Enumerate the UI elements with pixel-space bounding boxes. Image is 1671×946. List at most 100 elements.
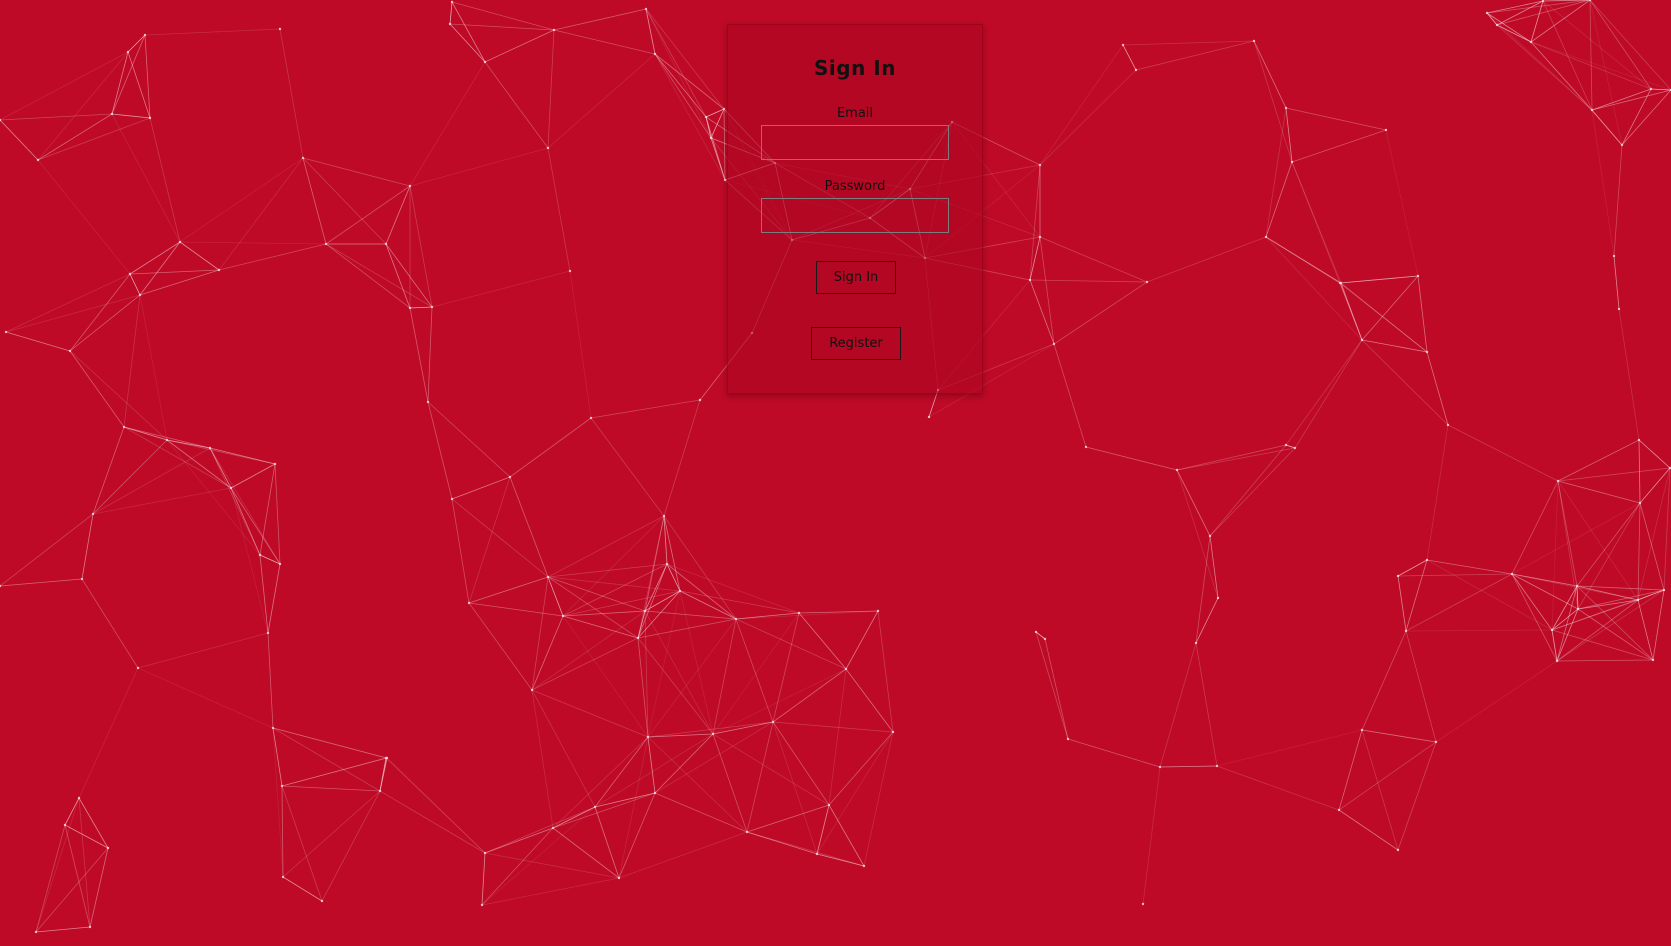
network-line [1551, 589, 1665, 631]
network-line [1417, 275, 1428, 353]
network-node [450, 497, 454, 501]
network-line [427, 401, 511, 478]
network-line [35, 847, 109, 933]
network-line [35, 797, 80, 933]
network-node [1284, 106, 1288, 110]
network-line [0, 578, 83, 587]
network-line [281, 785, 381, 792]
signin-button[interactable]: Sign In [816, 261, 896, 294]
register-button[interactable]: Register [811, 327, 901, 360]
network-line [111, 113, 151, 119]
network-line [92, 447, 211, 515]
network-node [1617, 307, 1621, 311]
network-line [1361, 729, 1437, 743]
network-node [1529, 40, 1533, 44]
email-field[interactable] [761, 125, 949, 160]
network-node [143, 33, 147, 37]
network-line [1405, 630, 1437, 743]
network-line [553, 8, 647, 31]
network-line [1122, 44, 1137, 71]
network-line [35, 824, 66, 933]
network-node [1510, 572, 1514, 576]
network-line [1135, 40, 1255, 71]
network-node [561, 614, 565, 618]
network-line [144, 28, 281, 36]
network-line [1361, 275, 1419, 341]
network-line [594, 806, 620, 879]
network-line [547, 53, 656, 149]
network-node [617, 876, 621, 880]
network-line [139, 269, 220, 296]
network-line [1216, 729, 1363, 767]
network-line [379, 757, 387, 792]
network-line [1291, 161, 1342, 284]
network-line [712, 618, 737, 735]
network-line [1556, 659, 1654, 662]
password-field[interactable] [761, 198, 949, 233]
network-line [1426, 424, 1449, 561]
network-line [590, 417, 665, 517]
network-line [816, 731, 894, 855]
network-line [449, 1, 453, 25]
network-line [484, 806, 596, 854]
network-node [320, 899, 324, 903]
network-line [863, 731, 894, 867]
network-line [735, 610, 879, 620]
network-node [138, 293, 142, 297]
network-line [302, 157, 327, 245]
network-node [1252, 39, 1256, 43]
network-node [1662, 588, 1666, 592]
network-node [698, 398, 702, 402]
network-line [272, 727, 381, 792]
network-node [324, 242, 328, 246]
network-line [1405, 573, 1513, 632]
network-line [1067, 738, 1161, 768]
network-node [1612, 254, 1616, 258]
network-node [126, 50, 130, 54]
page-title: Sign In [814, 56, 896, 80]
network-line [37, 159, 131, 275]
network-node [593, 805, 597, 809]
network-line [1638, 439, 1671, 469]
network-line [64, 824, 91, 928]
network-line [209, 447, 276, 465]
network-line [279, 28, 304, 159]
network-line [828, 668, 847, 806]
network-line [654, 53, 725, 110]
network-node [891, 730, 895, 734]
network-line [481, 852, 486, 906]
network-node [1066, 737, 1070, 741]
network-node [217, 268, 221, 272]
network-line [267, 632, 274, 729]
network-line [451, 498, 470, 604]
network-node [1215, 764, 1219, 768]
network-line [259, 554, 269, 634]
network-node [1556, 479, 1560, 483]
network-line [149, 117, 181, 243]
network-node [1194, 641, 1198, 645]
network-line [845, 668, 894, 733]
network-line [562, 563, 668, 617]
network-line [385, 757, 486, 854]
network-line [647, 736, 656, 794]
network-line [137, 667, 274, 729]
network-line [409, 61, 486, 187]
network-node [1134, 68, 1138, 72]
network-node [1555, 659, 1559, 663]
network-line [1511, 480, 1559, 575]
network-line [531, 689, 554, 829]
network-node [815, 852, 819, 856]
network-line [547, 563, 668, 578]
network-line [723, 108, 726, 181]
network-line [111, 113, 181, 243]
network-node [1396, 574, 1400, 578]
network-line [1551, 480, 1559, 631]
network-line [1253, 40, 1293, 163]
network-node [1485, 11, 1489, 15]
network-line [379, 790, 486, 854]
network-line [562, 615, 649, 738]
network-node [1576, 607, 1580, 611]
network-line [1285, 107, 1293, 163]
network-node [266, 631, 270, 635]
network-node [508, 475, 512, 479]
